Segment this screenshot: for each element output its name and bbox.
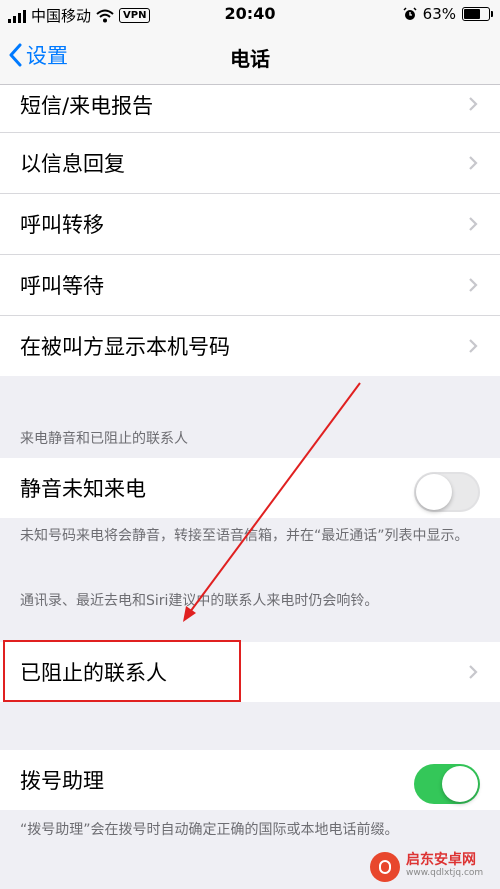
chevron-right-icon xyxy=(469,97,478,111)
page-title-overlay: 电话 xyxy=(230,47,270,71)
silence-unknown-toggle[interactable] xyxy=(414,472,480,512)
row-show-my-caller-id[interactable]: 在被叫方显示本机号码 xyxy=(0,316,500,376)
alarm-icon xyxy=(403,7,417,20)
call-settings-group: 短信/来电报告 以信息回复 呼叫转移 呼叫等待 在被叫方显示本机号码 xyxy=(0,72,500,376)
row-label: 拨号助理 xyxy=(20,769,104,793)
silence-footnote: 未知号码来电将会静音，转接至语音信箱，并在“最近通话”列表中显示。 xyxy=(20,528,469,544)
chevron-right-icon xyxy=(469,278,478,292)
dial-assist-group: 拨号助理 xyxy=(0,750,500,810)
watermark-url: www.qdlxtjq.com xyxy=(406,868,484,878)
chevron-right-icon xyxy=(469,217,478,231)
row-label: 在被叫方显示本机号码 xyxy=(20,335,230,359)
row-label: 呼叫转移 xyxy=(20,213,104,237)
chevron-right-icon xyxy=(469,665,478,679)
annotation-highlight-box xyxy=(3,640,241,702)
row-label: 静音未知来电 xyxy=(20,477,146,501)
dial-assist-footnote: “拨号助理”会在拨号时自动确定正确的国际或本地电话前缀。 xyxy=(20,822,399,838)
watermark: 启东安卓网 www.qdlxtjq.com xyxy=(370,852,483,882)
row-silence-unknown-callers: 静音未知来电 xyxy=(0,458,500,518)
row-reply-with-message[interactable]: 以信息回复 xyxy=(0,133,500,194)
row-label: 短信/来电报告 xyxy=(20,94,154,118)
siri-footnote: 通讯录、最近去电和Siri建议中的联系人来电时仍会响铃。 xyxy=(20,593,379,609)
row-label: 呼叫等待 xyxy=(20,274,104,298)
toggle-knob xyxy=(416,474,452,510)
silence-group: 静音未知来电 xyxy=(0,458,500,518)
status-bar: 中国移动 VPN 20:40 63% xyxy=(0,0,500,30)
row-label: 以信息回复 xyxy=(20,152,125,176)
row-dial-assist: 拨号助理 xyxy=(0,750,500,810)
watermark-logo-icon xyxy=(370,852,400,882)
row-call-waiting[interactable]: 呼叫等待 xyxy=(0,255,500,316)
chevron-right-icon xyxy=(469,339,478,353)
battery-percent: 63% xyxy=(422,5,456,23)
watermark-name: 启东安卓网 xyxy=(406,852,476,868)
chevron-right-icon xyxy=(469,156,478,170)
dial-assist-toggle[interactable] xyxy=(414,764,480,804)
toggle-knob xyxy=(442,766,478,802)
section-header: 来电静音和已阻止的联系人 xyxy=(20,431,188,447)
row-call-forwarding[interactable]: 呼叫转移 xyxy=(0,194,500,255)
battery-icon xyxy=(462,7,493,21)
